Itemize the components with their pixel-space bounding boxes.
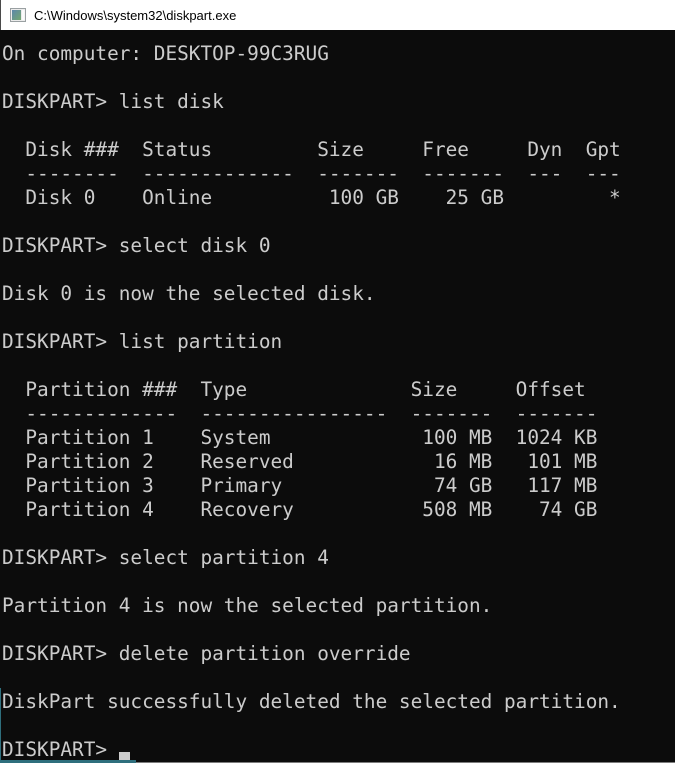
partition-table-header: Partition ### Type Size Offset xyxy=(2,378,675,402)
terminal-msg-disk-selected: Disk 0 is now the selected disk. xyxy=(2,282,675,306)
terminal-cmd-select-partition: DISKPART> select partition 4 xyxy=(2,546,675,570)
terminal-line-blank xyxy=(2,258,675,282)
disk-table-header: Disk ### Status Size Free Dyn Gpt xyxy=(2,138,675,162)
terminal-line-blank xyxy=(2,666,675,690)
terminal-cmd-select-disk: DISKPART> select disk 0 xyxy=(2,234,675,258)
partition-table-row: Partition 4 Recovery 508 MB 74 GB xyxy=(2,498,675,522)
diskpart-console-window: C:\Windows\system32\diskpart.exe On comp… xyxy=(0,0,675,763)
partition-table-separator: ------------- ---------------- ------- -… xyxy=(2,402,675,426)
terminal-line-blank xyxy=(2,66,675,90)
window-title: C:\Windows\system32\diskpart.exe xyxy=(34,8,236,23)
terminal-cmd-list-partition: DISKPART> list partition xyxy=(2,330,675,354)
terminal-line-blank xyxy=(2,354,675,378)
disk-table-row: Disk 0 Online 100 GB 25 GB * xyxy=(2,186,675,210)
terminal-line-blank xyxy=(2,306,675,330)
partition-table-row: Partition 3 Primary 74 GB 117 MB xyxy=(2,474,675,498)
disk-table-separator: -------- ------------- ------- ------- -… xyxy=(2,162,675,186)
terminal-cmd-delete-partition: DISKPART> delete partition override xyxy=(2,642,675,666)
terminal-msg-delete-success: DiskPart successfully deleted the select… xyxy=(2,690,675,714)
terminal-line-blank xyxy=(2,570,675,594)
console-window-icon[interactable] xyxy=(10,8,26,22)
terminal-line-blank xyxy=(2,522,675,546)
terminal-cmd-list-disk: DISKPART> list disk xyxy=(2,90,675,114)
terminal-line-blank xyxy=(2,714,675,738)
partition-table-row: Partition 2 Reserved 16 MB 101 MB xyxy=(2,450,675,474)
terminal-line-blank xyxy=(2,114,675,138)
terminal-line-blank xyxy=(2,618,675,642)
terminal-line-on-computer: On computer: DESKTOP-99C3RUG xyxy=(2,42,675,66)
window-border-left-accent xyxy=(0,688,1,763)
terminal-prompt-line[interactable]: DISKPART> xyxy=(2,738,675,762)
partition-table-row: Partition 1 System 100 MB 1024 KB xyxy=(2,426,675,450)
terminal-msg-partition-selected: Partition 4 is now the selected partitio… xyxy=(2,594,675,618)
prompt-text: DISKPART> xyxy=(2,738,119,761)
window-titlebar[interactable]: C:\Windows\system32\diskpart.exe xyxy=(0,0,675,30)
terminal-output-area[interactable]: On computer: DESKTOP-99C3RUG DISKPART> l… xyxy=(0,30,675,763)
terminal-line-blank xyxy=(2,210,675,234)
